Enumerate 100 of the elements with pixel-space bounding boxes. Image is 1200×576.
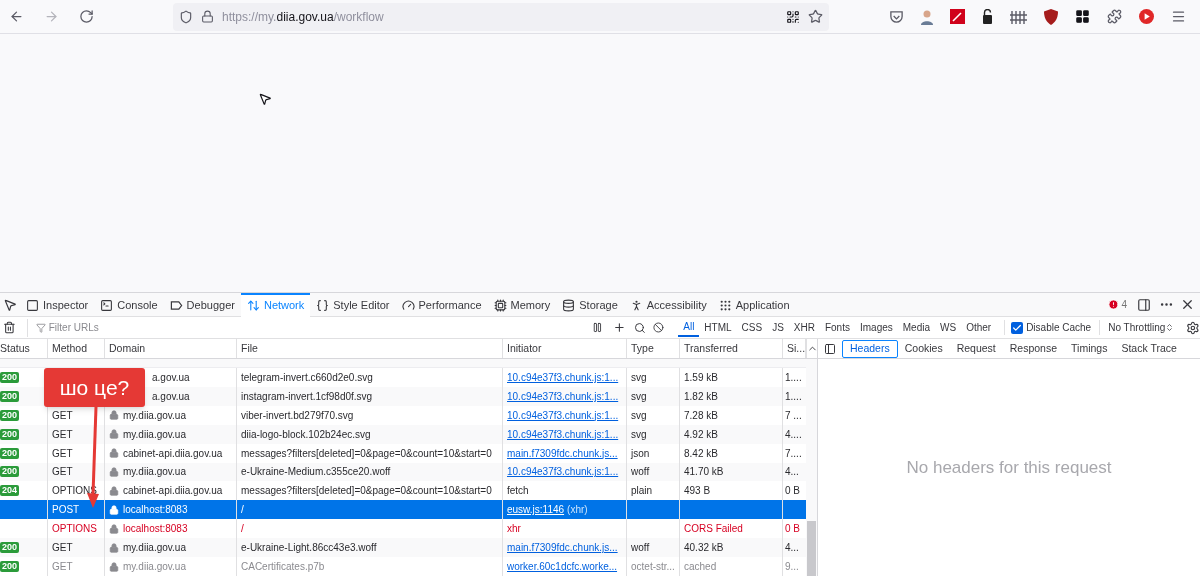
initiator-link[interactable]: main.f7309fdc.chunk.js... bbox=[507, 445, 618, 461]
initiator-link[interactable]: 10.c94e37f3.chunk.js:1... bbox=[507, 426, 619, 442]
transferred-size: cached bbox=[684, 560, 717, 574]
shield-icon[interactable] bbox=[179, 9, 193, 24]
grid-icon[interactable] bbox=[1075, 9, 1090, 24]
devtools-tab[interactable]: Debugger bbox=[163, 292, 241, 317]
initiator-link[interactable]: main.f7309fdc.chunk.js... bbox=[507, 540, 618, 556]
devtools-tab[interactable]: Performance bbox=[395, 292, 488, 317]
request-row[interactable]: POST localhost:8083 / eusw.js:1146 (xhr) bbox=[0, 500, 806, 520]
devtools-tab[interactable]: Console bbox=[94, 292, 164, 317]
column-header[interactable]: File bbox=[241, 340, 258, 357]
devtools-tab[interactable]: Storage bbox=[556, 292, 624, 317]
pause-icon[interactable] bbox=[592, 322, 603, 333]
initiator-link[interactable]: 10.c94e37f3.chunk.js:1... bbox=[507, 464, 619, 480]
close-icon[interactable] bbox=[1180, 297, 1195, 312]
square-icon bbox=[26, 299, 39, 312]
type-filter[interactable]: All bbox=[678, 318, 700, 337]
initiator-link[interactable]: worker.60c1dcfc.worke... bbox=[507, 559, 618, 574]
avatar-icon[interactable] bbox=[921, 8, 933, 25]
up-down-arrows-icon bbox=[246, 299, 260, 312]
disable-cache-checkbox[interactable]: Disable Cache bbox=[1004, 320, 1092, 335]
request-method: GET bbox=[52, 446, 73, 461]
request-domain: a.gov.ua bbox=[152, 370, 190, 385]
block-icon[interactable] bbox=[653, 322, 665, 333]
request-type: json bbox=[631, 446, 650, 461]
type-filter[interactable]: XHR bbox=[788, 318, 820, 337]
transferred-size: 40.32 kB bbox=[684, 541, 724, 556]
initiator-link[interactable]: 10.c94e37f3.chunk.js:1... bbox=[507, 407, 619, 423]
panel-tab[interactable]: Response bbox=[1002, 339, 1065, 358]
puzzle-icon[interactable] bbox=[1107, 9, 1122, 24]
lock-icon[interactable] bbox=[201, 10, 214, 23]
transferred-size: 7.28 kB bbox=[684, 408, 718, 423]
devtools-tab[interactable]: Network bbox=[240, 292, 311, 317]
type-filter[interactable]: CSS bbox=[736, 318, 768, 337]
request-row[interactable]: 200 GET my.diia.gov.ua e-Ukraine-Light.86cc43e3.woff main.f7309fdc.chunk.js... woff 40.32 kB 4... bbox=[0, 538, 806, 558]
request-size: 4.... bbox=[785, 427, 802, 442]
request-method: POST bbox=[52, 503, 80, 518]
filter-input[interactable]: Filter URLs bbox=[48, 320, 249, 335]
filter-field[interactable]: Filter URLs bbox=[26, 318, 587, 337]
devtools-tab[interactable]: Accessibility bbox=[623, 292, 713, 317]
shield-icon[interactable] bbox=[1044, 8, 1058, 25]
panel-tab[interactable]: Cookies bbox=[897, 339, 950, 358]
column-header[interactable]: Transferred bbox=[684, 340, 738, 357]
error-icon[interactable] bbox=[1108, 299, 1120, 310]
type-filter[interactable]: JS bbox=[767, 318, 789, 337]
menu-icon[interactable] bbox=[1171, 9, 1186, 24]
dock-icon[interactable] bbox=[1137, 297, 1151, 312]
settings-icon[interactable] bbox=[1186, 320, 1200, 335]
status-code: 200 bbox=[0, 371, 20, 383]
initiator-text: fetch bbox=[507, 484, 529, 499]
search-icon[interactable] bbox=[633, 321, 646, 334]
column-header[interactable]: Domain bbox=[109, 340, 146, 357]
gauge-icon bbox=[401, 299, 415, 312]
type-filter[interactable]: WS bbox=[935, 318, 962, 337]
panel-tab[interactable]: Request bbox=[949, 339, 1003, 358]
type-filter[interactable]: Media bbox=[897, 318, 935, 337]
devtools-tab[interactable]: Application bbox=[712, 292, 796, 317]
back-arrow-icon[interactable] bbox=[8, 8, 25, 25]
reload-icon[interactable] bbox=[78, 8, 95, 25]
checkbox-box[interactable] bbox=[1011, 321, 1024, 334]
type-filter[interactable]: Images bbox=[854, 318, 898, 337]
fence-icon[interactable] bbox=[1010, 9, 1027, 24]
type-filter[interactable]: Other bbox=[961, 318, 997, 337]
url-bar[interactable]: https://my.diia.gov.ua/workflow bbox=[173, 2, 829, 31]
request-method: GET bbox=[52, 408, 73, 423]
pocket-icon[interactable] bbox=[889, 9, 904, 24]
initiator-link[interactable]: 10.c94e37f3.chunk.js:1... bbox=[507, 369, 619, 385]
padlock-icon[interactable] bbox=[982, 8, 993, 25]
panel-toggle-icon[interactable] bbox=[824, 342, 836, 355]
type-filter[interactable]: HTML bbox=[699, 318, 737, 337]
column-header[interactable]: Initiator bbox=[507, 340, 542, 357]
element-picker-icon[interactable] bbox=[3, 297, 17, 312]
type-filter[interactable]: Fonts bbox=[819, 318, 855, 337]
database-icon bbox=[562, 299, 576, 312]
column-header[interactable]: Si... bbox=[787, 340, 805, 357]
scrollbar-thumb[interactable] bbox=[807, 521, 816, 576]
status-code: 204 bbox=[0, 485, 20, 497]
panel-tab[interactable]: Headers bbox=[842, 339, 898, 358]
column-header[interactable]: Type bbox=[631, 340, 654, 357]
lock-icon bbox=[109, 429, 119, 440]
trash-icon[interactable] bbox=[3, 321, 16, 334]
request-domain: cabinet-api.diia.gov.ua bbox=[123, 484, 223, 499]
throttling-select[interactable]: No Throttling bbox=[1099, 320, 1175, 335]
request-size: 1.... bbox=[785, 370, 802, 385]
panel-tab[interactable]: Timings bbox=[1064, 339, 1115, 358]
qr-code-icon[interactable] bbox=[786, 9, 800, 24]
devtools-tab[interactable]: Inspector bbox=[20, 292, 95, 317]
column-header[interactable]: Method bbox=[52, 340, 88, 357]
devtools-tab[interactable]: Memory bbox=[487, 292, 557, 317]
initiator-link[interactable]: eusw.js:1146 bbox=[507, 502, 565, 518]
initiator-link[interactable]: 10.c94e37f3.chunk.js:1... bbox=[507, 388, 619, 404]
request-size: 1.... bbox=[785, 389, 802, 404]
request-domain: a.gov.ua bbox=[152, 389, 190, 404]
star-icon[interactable] bbox=[808, 9, 823, 24]
plus-icon[interactable] bbox=[612, 321, 626, 334]
column-header[interactable]: Status bbox=[0, 340, 30, 357]
devtools-tab[interactable]: Style Editor bbox=[310, 292, 396, 317]
play-icon[interactable] bbox=[1139, 9, 1154, 24]
pen-square-icon[interactable] bbox=[950, 9, 965, 24]
panel-tab[interactable]: Stack Trace bbox=[1114, 339, 1184, 358]
